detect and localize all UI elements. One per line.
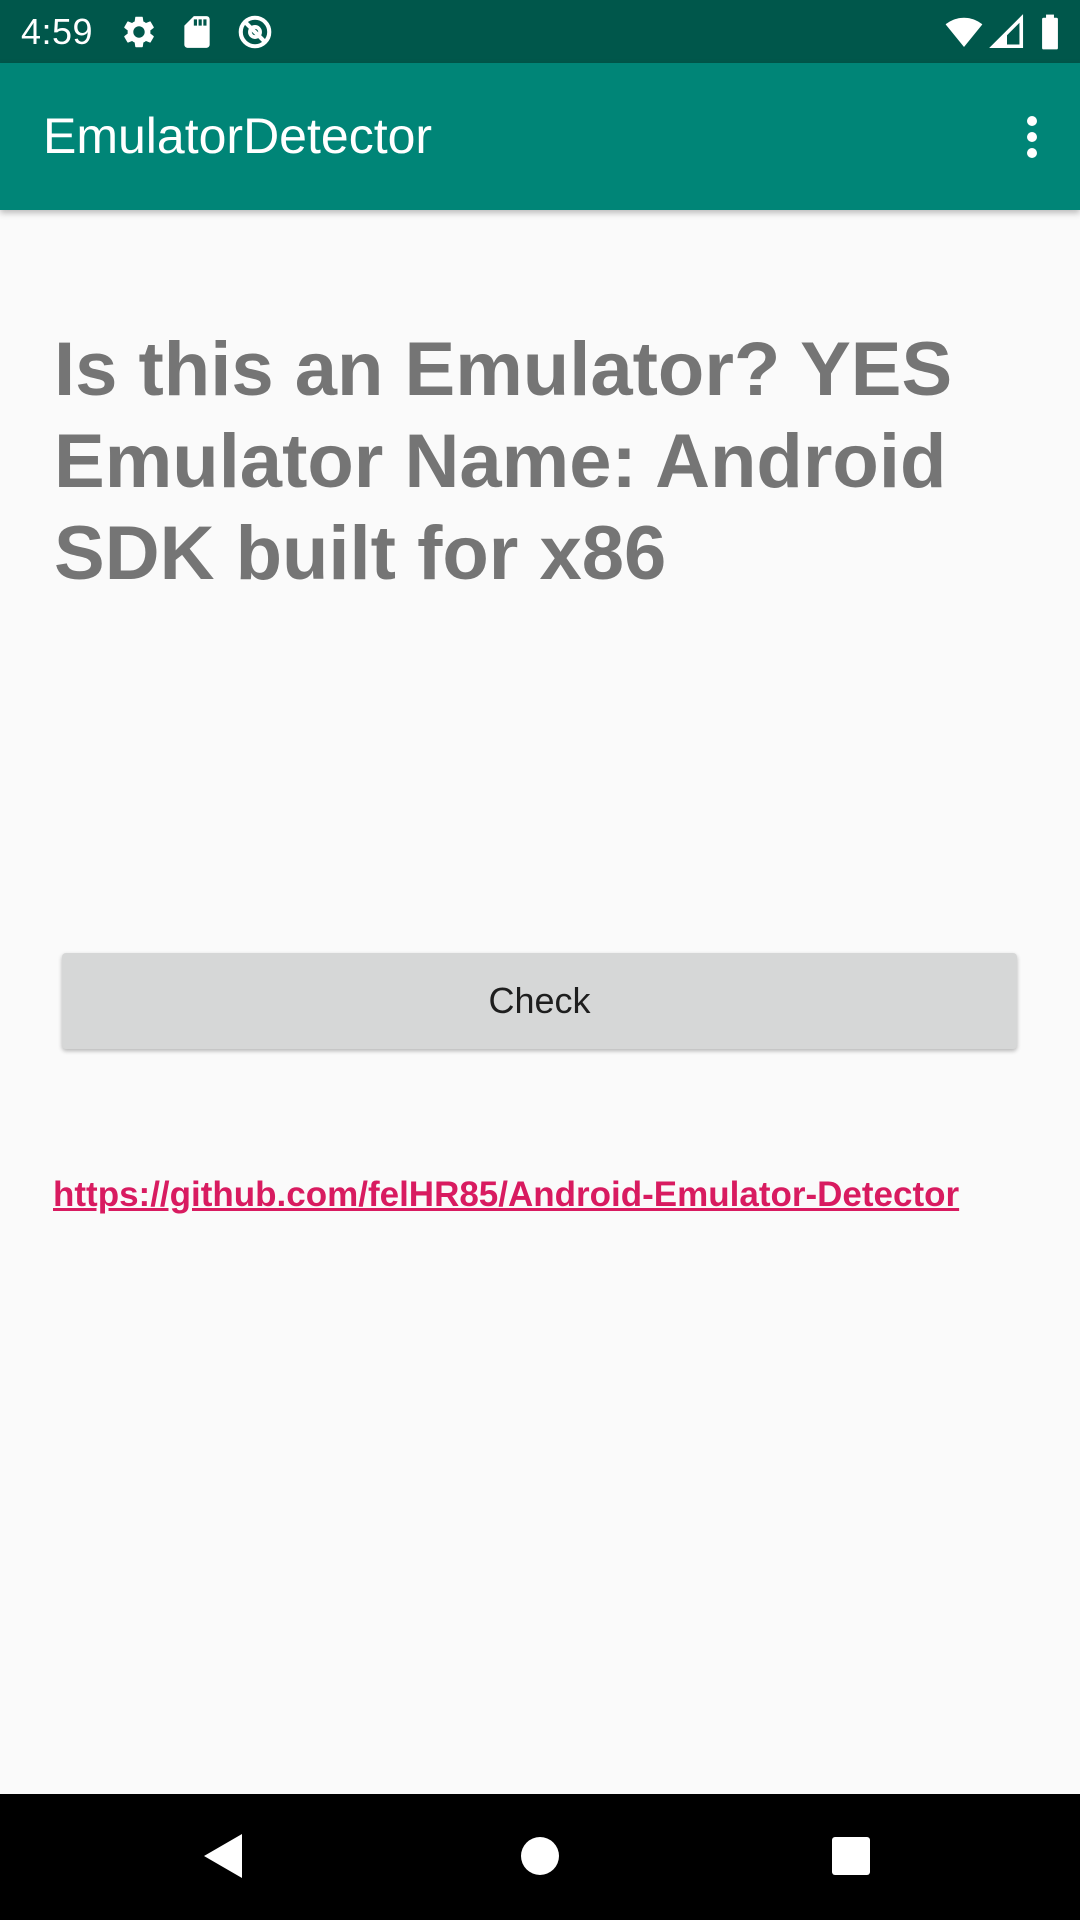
gear-icon bbox=[120, 13, 158, 51]
sd-card-icon bbox=[178, 13, 216, 51]
wifi-icon bbox=[944, 13, 983, 51]
github-repo-link[interactable]: https://github.com/felHR85/Android-Emula… bbox=[53, 1175, 959, 1215]
more-vert-icon[interactable] bbox=[984, 63, 1080, 210]
home-icon[interactable] bbox=[504, 1820, 576, 1892]
navigation-bar bbox=[0, 1794, 1080, 1920]
check-button[interactable]: Check bbox=[62, 953, 1017, 1049]
sync-disabled-icon bbox=[236, 13, 274, 51]
back-icon[interactable] bbox=[188, 1820, 260, 1892]
app-title: EmulatorDetector bbox=[43, 108, 433, 164]
recents-icon[interactable] bbox=[815, 1820, 887, 1892]
status-time: 4:59 bbox=[21, 11, 94, 52]
emulator-result-text: Is this an Emulator? YES Emulator Name: … bbox=[54, 327, 953, 596]
app-bar: EmulatorDetector bbox=[0, 63, 1080, 210]
cellular-signal-icon bbox=[989, 13, 1027, 51]
battery-icon bbox=[1038, 13, 1062, 51]
status-bar: 4:59 bbox=[0, 0, 1080, 63]
